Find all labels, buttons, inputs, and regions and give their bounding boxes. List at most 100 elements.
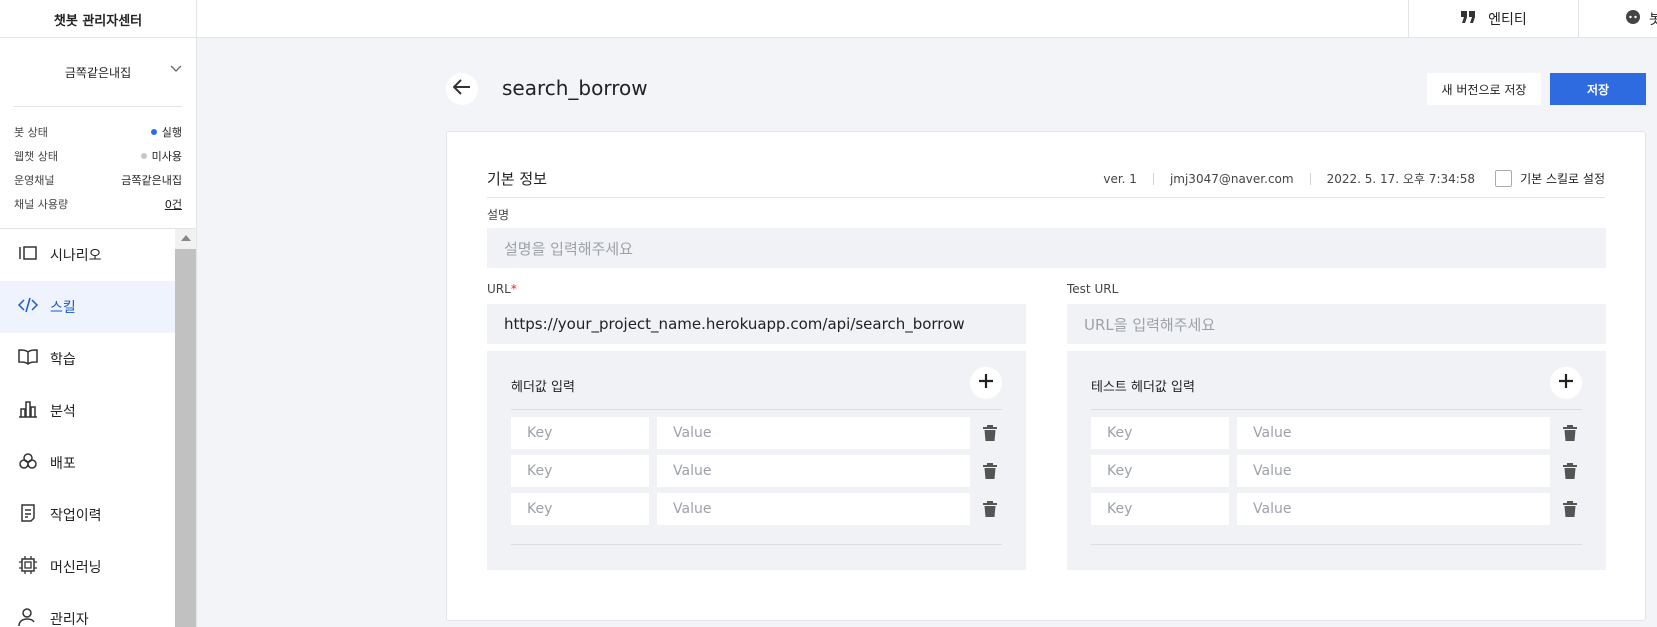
- divider: [1091, 544, 1582, 545]
- url-label-text: URL: [487, 282, 511, 296]
- status-label: 채널 사용량: [14, 198, 69, 211]
- divider: [1152, 172, 1154, 185]
- test-url-placeholder: URL을 입력해주세요: [1084, 315, 1216, 334]
- tab-entity-label: 엔티티: [1488, 12, 1527, 28]
- test-header-value-input[interactable]: Value: [1237, 455, 1550, 487]
- status-row-channel: 운영채널 금쪽같은내집: [14, 168, 182, 192]
- arrow-left-icon: [452, 79, 471, 99]
- trash-icon[interactable]: [1561, 424, 1579, 442]
- test-url-label: Test URL: [1067, 282, 1119, 296]
- sidebar-item-learning[interactable]: 학습: [0, 333, 175, 385]
- user-icon: [18, 608, 38, 627]
- status-label: 봇 상태: [14, 126, 48, 139]
- save-as-new-version-button[interactable]: 새 버전으로 저장: [1427, 73, 1541, 105]
- sidebar-item-scenario[interactable]: 시나리오: [0, 229, 175, 281]
- test-header-value-input[interactable]: Value: [1237, 417, 1550, 449]
- add-header-button[interactable]: [970, 367, 1002, 399]
- test-header-value-input[interactable]: Value: [1237, 493, 1550, 525]
- sidebar-item-label: 스킬: [50, 300, 76, 316]
- description-input[interactable]: 설명을 입력해주세요: [487, 228, 1606, 268]
- bot-status-list: 봇 상태 실행 웹챗 상태 미사용 운영채널 금쪽같은내집 채널 사용량 0건: [14, 120, 182, 216]
- header-key-input[interactable]: Key: [511, 455, 649, 487]
- test-header-panel-title: 테스트 헤더값 입력: [1091, 380, 1195, 395]
- url-input[interactable]: https://your_project_name.herokuapp.com/…: [487, 304, 1026, 344]
- sidebar-item-label: 작업이력: [50, 508, 102, 524]
- sidebar-item-deploy[interactable]: 배포: [0, 437, 175, 489]
- sidebar-item-history[interactable]: 작업이력: [0, 489, 175, 541]
- sidebar-menu: 시나리오 스킬 학습 분석 배포 작업이력 머신러닝 관리자: [0, 229, 175, 627]
- sidebar-scrollbar[interactable]: [175, 229, 196, 627]
- sidebar-item-label: 관리자: [50, 612, 89, 627]
- sidebar-item-skill[interactable]: 스킬: [0, 281, 175, 333]
- default-skill-label[interactable]: 기본 스킬로 설정: [1520, 170, 1605, 187]
- scroll-up-arrow-icon[interactable]: [175, 229, 196, 247]
- sidebar-item-analysis[interactable]: 분석: [0, 385, 175, 437]
- description-placeholder: 설명을 입력해주세요: [504, 239, 633, 258]
- divider: [13, 106, 182, 107]
- version: ver. 1: [1103, 171, 1137, 186]
- required-mark: *: [510, 282, 517, 296]
- url-label: URL*: [487, 282, 517, 296]
- header-value-input[interactable]: Value: [657, 493, 970, 525]
- channel-select[interactable]: 금쪽같은내집: [0, 38, 196, 106]
- book-icon: [18, 348, 38, 370]
- test-header-key-input[interactable]: Key: [1091, 493, 1229, 525]
- header-panel: 헤더값 입력 Key Value Key Value Key Value: [487, 351, 1026, 570]
- chip-icon: [18, 556, 38, 578]
- app-title[interactable]: 챗봇 관리자센터: [0, 0, 197, 38]
- test-header-panel: 테스트 헤더값 입력 Key Value Key Value Key Value: [1067, 351, 1606, 570]
- trash-icon[interactable]: [981, 500, 999, 518]
- author-email: jmj3047@naver.com: [1169, 171, 1294, 186]
- history-icon: [18, 504, 38, 526]
- basic-info-card: 기본 정보 ver. 1 jmj3047@naver.com 2022. 5. …: [446, 131, 1646, 621]
- header-value-input[interactable]: Value: [657, 455, 970, 487]
- description-label: 설명: [487, 208, 510, 222]
- test-url-input[interactable]: URL을 입력해주세요: [1067, 304, 1606, 344]
- trash-icon[interactable]: [981, 462, 999, 480]
- sidebar-item-label: 분석: [50, 404, 76, 420]
- status-row-usage: 채널 사용량 0건: [14, 192, 182, 216]
- trash-icon[interactable]: [981, 424, 999, 442]
- scenario-icon: [18, 244, 38, 266]
- divider: [1309, 172, 1311, 185]
- trash-icon[interactable]: [1561, 500, 1579, 518]
- sidebar-item-label: 시나리오: [50, 248, 102, 264]
- back-button[interactable]: [446, 73, 478, 105]
- sidebar: 금쪽같은내집 봇 상태 실행 웹챗 상태 미사용 운영채널 금쪽같은내집 채널 …: [0, 38, 197, 627]
- quote-icon: [1460, 10, 1476, 28]
- add-test-header-button[interactable]: [1550, 367, 1582, 399]
- default-skill-checkbox[interactable]: [1495, 170, 1513, 187]
- header-panel-title: 헤더값 입력: [511, 380, 575, 395]
- sidebar-item-ml[interactable]: 머신러닝: [0, 541, 175, 593]
- status-value: 미사용: [151, 150, 182, 163]
- tab-bot[interactable]: 봇: [1578, 0, 1657, 38]
- updated-timestamp: 2022. 5. 17. 오후 7:34:58: [1326, 172, 1476, 186]
- top-bar: 챗봇 관리자센터 엔티티 봇: [0, 0, 1657, 38]
- sidebar-item-admin[interactable]: 관리자: [0, 593, 175, 627]
- skill-meta: ver. 1 jmj3047@naver.com 2022. 5. 17. 오후…: [1103, 170, 1605, 187]
- sidebar-item-label: 배포: [50, 456, 76, 472]
- status-dot: [150, 129, 157, 135]
- scroll-thumb[interactable]: [175, 249, 196, 627]
- status-row-webchat: 웹챗 상태 미사용: [14, 144, 182, 168]
- header-value-input[interactable]: Value: [657, 417, 970, 449]
- page-title: search_borrow: [502, 76, 648, 100]
- divider: [487, 197, 1605, 198]
- usage-link[interactable]: 0건: [165, 196, 182, 212]
- status-row-bot: 봇 상태 실행: [14, 120, 182, 144]
- save-button[interactable]: 저장: [1550, 73, 1646, 105]
- plus-icon: [978, 373, 994, 393]
- header-key-input[interactable]: Key: [511, 417, 649, 449]
- code-icon: [17, 296, 39, 318]
- sidebar-item-label: 학습: [50, 352, 76, 368]
- test-header-key-input[interactable]: Key: [1091, 417, 1229, 449]
- test-header-key-input[interactable]: Key: [1091, 455, 1229, 487]
- header-key-input[interactable]: Key: [511, 493, 649, 525]
- divider: [511, 544, 1002, 545]
- deploy-icon: [18, 452, 38, 474]
- status-label: 웹챗 상태: [14, 150, 58, 163]
- section-title: 기본 정보: [487, 170, 547, 188]
- trash-icon[interactable]: [1561, 462, 1579, 480]
- tab-entity[interactable]: 엔티티: [1408, 0, 1578, 38]
- url-value: https://your_project_name.herokuapp.com/…: [504, 315, 965, 333]
